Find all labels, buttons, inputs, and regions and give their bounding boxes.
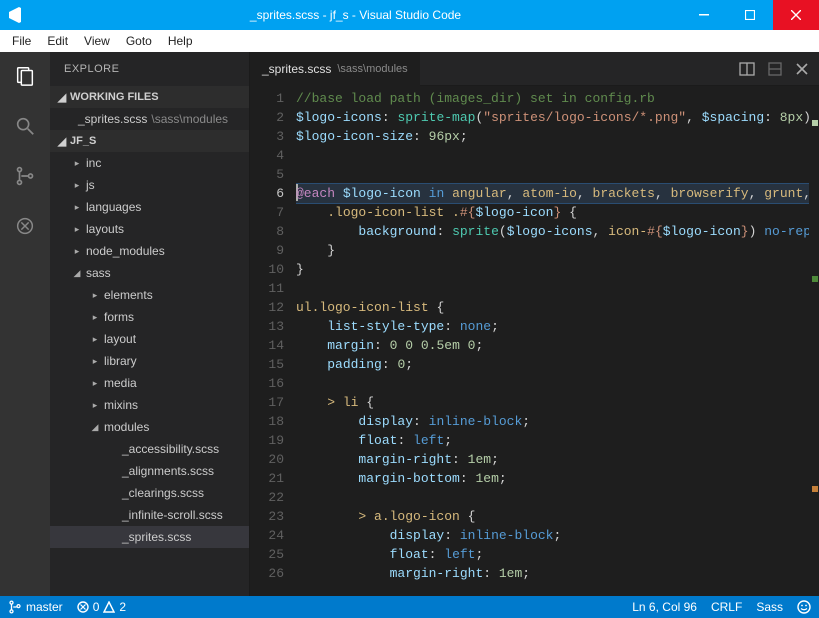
code-editor[interactable]: 1234567891011121314151617181920212223242…	[250, 86, 819, 596]
editor-tabs: _sprites.scss \sass\modules	[250, 52, 819, 86]
cursor-position[interactable]: Ln 6, Col 96	[632, 600, 697, 614]
tree-item[interactable]: _sprites.scss	[50, 526, 249, 548]
split-editor-icon[interactable]	[739, 61, 755, 77]
tree-item[interactable]: _alignments.scss	[50, 460, 249, 482]
problems-indicator[interactable]: 0 2	[77, 600, 126, 614]
source-control-icon[interactable]	[1, 160, 49, 192]
tree-item[interactable]: ◢sass	[50, 262, 249, 284]
menu-goto[interactable]: Goto	[118, 32, 160, 50]
overview-ruler[interactable]	[809, 86, 819, 596]
tree-item[interactable]: ▸node_modules	[50, 240, 249, 262]
tree-item[interactable]: _accessibility.scss	[50, 438, 249, 460]
project-label: JF_S	[70, 135, 96, 147]
search-icon[interactable]	[1, 110, 49, 142]
chevron-down-icon: ◢	[56, 91, 68, 104]
tree-item[interactable]: ▸media	[50, 372, 249, 394]
explorer-icon[interactable]	[1, 60, 49, 92]
close-editor-icon[interactable]	[795, 62, 809, 76]
tree-item[interactable]: ▸js	[50, 174, 249, 196]
working-files-label: WORKING FILES	[70, 91, 159, 103]
menu-file[interactable]: File	[4, 32, 39, 50]
menu-bar: File Edit View Goto Help	[0, 30, 819, 52]
more-actions-icon[interactable]	[767, 61, 783, 77]
error-count: 0	[93, 600, 100, 614]
editor-area: _sprites.scss \sass\modules 123456789101…	[250, 52, 819, 596]
explorer-sidebar: EXPLORE ◢ WORKING FILES _sprites.scss\sa…	[50, 52, 250, 596]
working-file-item[interactable]: _sprites.scss\sass\modules	[50, 108, 249, 130]
tree-item[interactable]: ▸languages	[50, 196, 249, 218]
menu-view[interactable]: View	[76, 32, 118, 50]
eol-indicator[interactable]: CRLF	[711, 600, 742, 614]
warning-count: 2	[119, 600, 126, 614]
title-bar: _sprites.scss - jf_s - Visual Studio Cod…	[0, 0, 819, 30]
tree-item[interactable]: ▸layouts	[50, 218, 249, 240]
tree-item[interactable]: ▸inc	[50, 152, 249, 174]
language-mode[interactable]: Sass	[756, 600, 783, 614]
app-icon	[0, 7, 30, 23]
tree-item[interactable]: ▸forms	[50, 306, 249, 328]
chevron-down-icon: ◢	[56, 135, 68, 148]
tab-label: _sprites.scss	[262, 62, 331, 76]
tree-item[interactable]: ▸library	[50, 350, 249, 372]
feedback-icon[interactable]	[797, 600, 811, 614]
line-number-gutter: 1234567891011121314151617181920212223242…	[250, 86, 296, 596]
tree-item[interactable]: ▸layout	[50, 328, 249, 350]
branch-name: master	[26, 600, 63, 614]
status-bar: master 0 2 Ln 6, Col 96 CRLF Sass	[0, 596, 819, 618]
tree-item[interactable]: _infinite-scroll.scss	[50, 504, 249, 526]
tab-path: \sass\modules	[337, 63, 407, 75]
tree-item[interactable]: _clearings.scss	[50, 482, 249, 504]
tree-item[interactable]: ▸elements	[50, 284, 249, 306]
tree-item[interactable]: ▸mixins	[50, 394, 249, 416]
working-files-header[interactable]: ◢ WORKING FILES	[50, 86, 249, 108]
menu-help[interactable]: Help	[160, 32, 201, 50]
maximize-button[interactable]	[727, 0, 773, 30]
menu-edit[interactable]: Edit	[39, 32, 76, 50]
editor-tab[interactable]: _sprites.scss \sass\modules	[250, 52, 420, 86]
code-content[interactable]: //base load path (images_dir) set in con…	[296, 86, 819, 596]
tree-item[interactable]: ◢modules	[50, 416, 249, 438]
close-button[interactable]	[773, 0, 819, 30]
sidebar-title: EXPLORE	[50, 52, 249, 86]
working-files-list: _sprites.scss\sass\modules	[50, 108, 249, 130]
git-branch[interactable]: master	[8, 600, 63, 614]
activity-bar	[0, 52, 50, 596]
file-tree: ▸inc▸js▸languages▸layouts▸node_modules◢s…	[50, 152, 249, 596]
project-header[interactable]: ◢ JF_S	[50, 130, 249, 152]
minimize-button[interactable]	[681, 0, 727, 30]
debug-icon[interactable]	[1, 210, 49, 242]
window-title: _sprites.scss - jf_s - Visual Studio Cod…	[30, 8, 681, 22]
